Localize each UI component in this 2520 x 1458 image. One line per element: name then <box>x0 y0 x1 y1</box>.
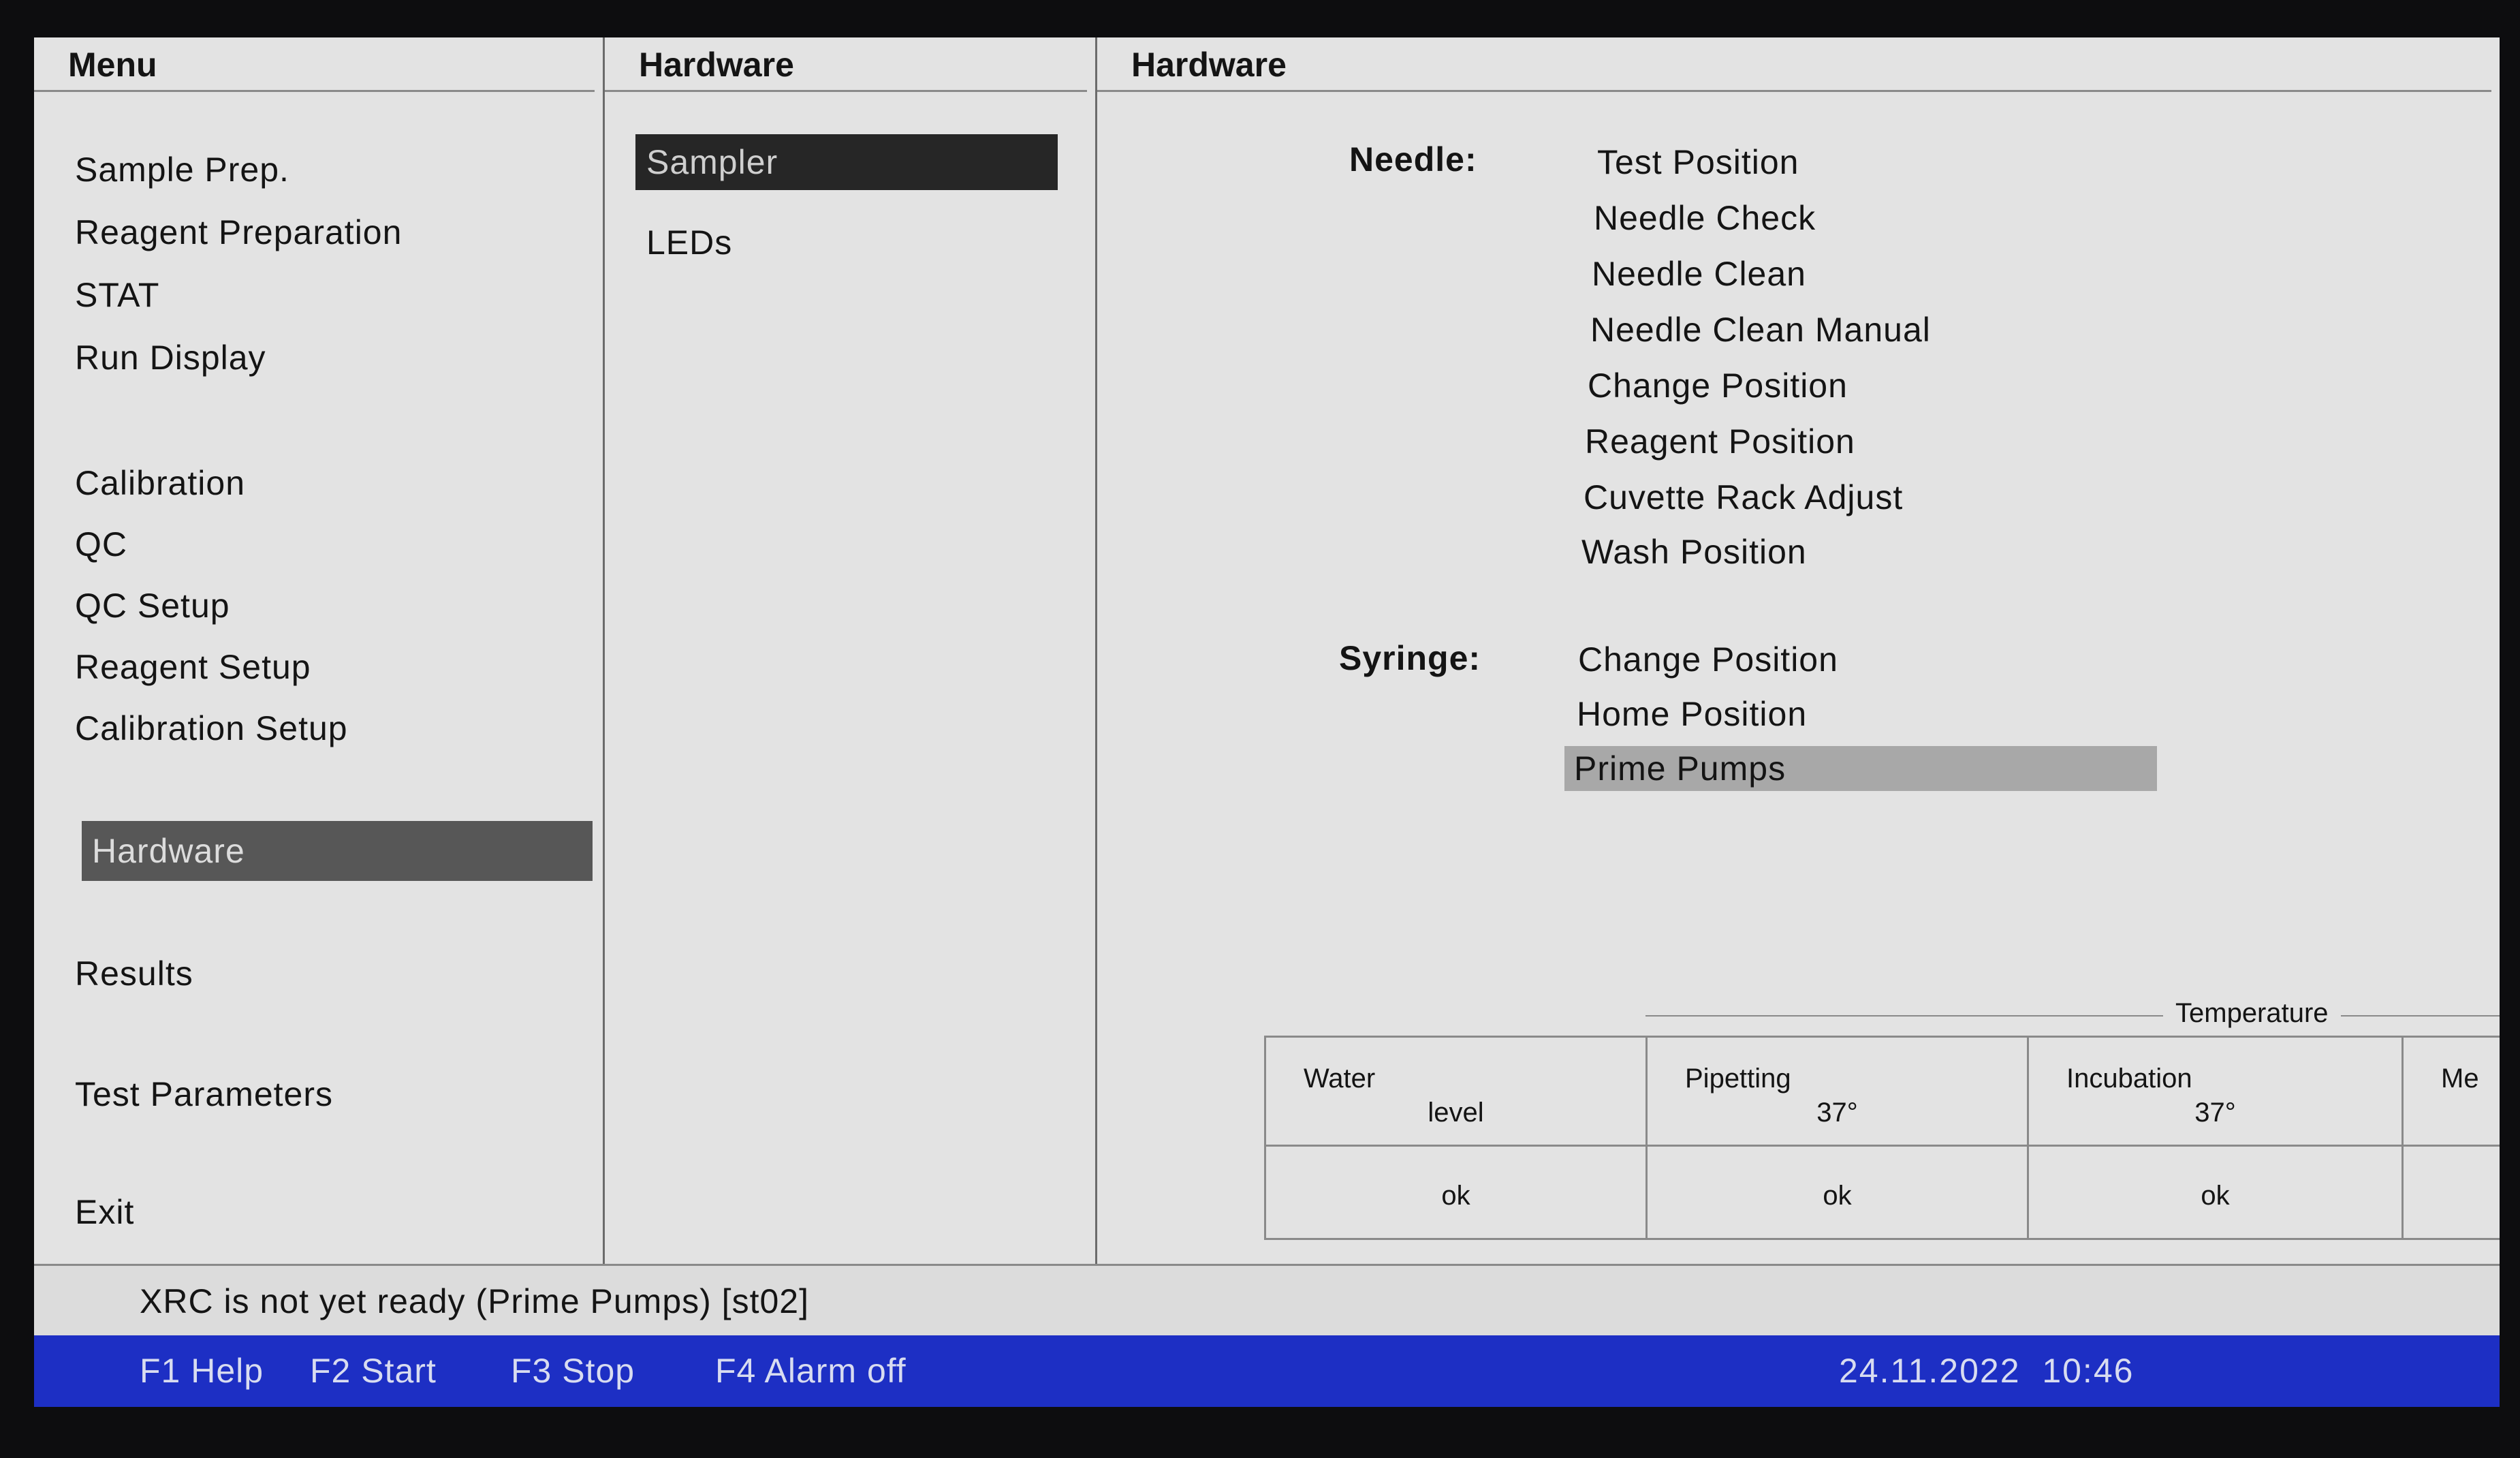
status-column-value: ok <box>1441 1181 1470 1211</box>
submenu-pane: Hardware Sampler LEDs <box>605 37 1097 1264</box>
date-time-display: 24.11.2022 10:46 <box>1839 1352 2135 1390</box>
menu-item-hardware[interactable]: Hardware <box>82 821 593 881</box>
detail-pane: Hardware Needle: Test Position Needle Ch… <box>1097 37 2500 1264</box>
submenu-item-sampler[interactable]: Sampler <box>635 134 1058 190</box>
submenu-item-leds[interactable]: LEDs <box>635 215 1058 270</box>
f4-alarm-off-key[interactable]: F4 Alarm off <box>715 1335 907 1407</box>
status-column-sub: 37° <box>2194 1098 2236 1128</box>
menu-item-exit[interactable]: Exit <box>65 1182 589 1242</box>
needle-action-cuvette-rack-adjust[interactable]: Cuvette Rack Adjust <box>1574 475 1903 520</box>
menu-item-results[interactable]: Results <box>65 944 589 1004</box>
needle-action-wash-position[interactable]: Wash Position <box>1572 529 1807 574</box>
menu-item-sample-prep[interactable]: Sample Prep. <box>65 140 589 200</box>
status-column-name: Me <box>2441 1064 2479 1094</box>
menu-header: Menu <box>34 37 595 92</box>
menu-item-reagent-setup[interactable]: Reagent Setup <box>65 637 589 697</box>
status-message: XRC is not yet ready (Prime Pumps) [st02… <box>34 1264 2500 1335</box>
syringe-action-home-position[interactable]: Home Position <box>1567 692 1807 736</box>
status-column-value: ok <box>1823 1181 1852 1211</box>
needle-action-needle-clean-manual[interactable]: Needle Clean Manual <box>1581 307 1931 352</box>
status-column-pipetting: Pipetting 37° ok <box>1645 1036 2027 1240</box>
main-menu-pane: Menu Sample Prep. Reagent Preparation ST… <box>34 37 605 1264</box>
detail-header: Hardware <box>1097 37 2491 92</box>
temperature-group-rule <box>1645 1015 2500 1017</box>
menu-item-qc[interactable]: QC <box>65 514 589 574</box>
syringe-action-prime-pumps[interactable]: Prime Pumps <box>1564 746 2157 791</box>
submenu-header: Hardware <box>605 37 1087 92</box>
menu-item-reagent-preparation[interactable]: Reagent Preparation <box>65 202 589 262</box>
function-key-bar: F1 Help F2 Start F3 Stop F4 Alarm off 24… <box>34 1335 2500 1407</box>
menu-item-stat[interactable]: STAT <box>65 265 589 325</box>
menu-item-run-display[interactable]: Run Display <box>65 328 589 388</box>
status-column-header: Water level <box>1266 1038 1645 1147</box>
status-column-header: Pipetting 37° <box>1648 1038 2027 1147</box>
status-column-sub: 37° <box>1816 1098 1858 1128</box>
syringe-label: Syringe: <box>1339 639 1481 677</box>
status-column-name: Pipetting <box>1685 1064 1791 1094</box>
menu-item-calibration[interactable]: Calibration <box>65 453 589 513</box>
status-column-header: Me <box>2404 1038 2500 1147</box>
f2-start-key[interactable]: F2 Start <box>310 1335 437 1407</box>
needle-label: Needle: <box>1349 140 1477 179</box>
menu-item-test-parameters[interactable]: Test Parameters <box>65 1064 589 1124</box>
f1-help-key[interactable]: F1 Help <box>140 1335 264 1407</box>
status-column-water-level: Water level ok <box>1264 1036 1645 1240</box>
status-column-truncated: Me <box>2401 1036 2500 1240</box>
syringe-action-change-position[interactable]: Change Position <box>1569 637 1838 682</box>
status-column-name: Water <box>1304 1064 1376 1094</box>
temperature-group-label: Temperature <box>2163 998 2341 1029</box>
status-table: Temperature Water level ok Pipetting 37°… <box>1264 998 2500 1243</box>
instrument-screen: Menu Sample Prep. Reagent Preparation ST… <box>34 37 2500 1407</box>
needle-action-test-position[interactable]: Test Position <box>1588 140 1799 185</box>
needle-action-needle-check[interactable]: Needle Check <box>1584 196 1816 241</box>
status-column-sub: level <box>1428 1098 1484 1128</box>
status-column-header: Incubation 37° <box>2029 1038 2401 1147</box>
needle-action-reagent-position[interactable]: Reagent Position <box>1575 419 1855 464</box>
menu-item-qc-setup[interactable]: QC Setup <box>65 576 589 636</box>
needle-action-change-position[interactable]: Change Position <box>1578 363 1848 408</box>
menu-item-calibration-setup[interactable]: Calibration Setup <box>65 698 589 758</box>
status-column-incubation: Incubation 37° ok <box>2027 1036 2401 1240</box>
status-column-name: Incubation <box>2066 1064 2192 1094</box>
f3-stop-key[interactable]: F3 Stop <box>511 1335 635 1407</box>
status-column-value: ok <box>2201 1181 2230 1211</box>
needle-action-needle-clean[interactable]: Needle Clean <box>1582 251 1806 296</box>
